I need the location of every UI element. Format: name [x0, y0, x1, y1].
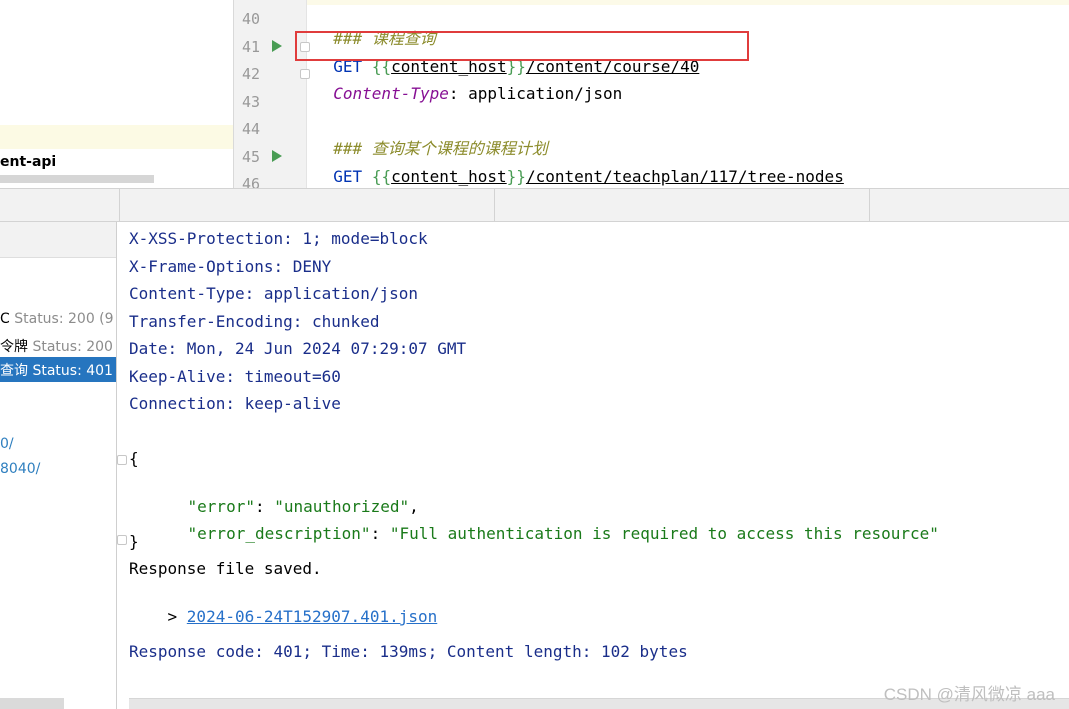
line-number: 40: [241, 10, 260, 28]
json-description-line: "error_description": "Full authenticatio…: [187, 524, 939, 543]
tree-module-label[interactable]: ent-api: [0, 154, 56, 170]
run-request-icon[interactable]: [272, 40, 282, 52]
response-summary: Response code: 401; Time: 139ms; Content…: [129, 642, 688, 661]
fold-marker-icon[interactable]: [300, 69, 310, 79]
header-separator: :: [448, 84, 469, 103]
highlight-annotation-box: [295, 31, 749, 61]
tree-horizontal-scrollbar[interactable]: [0, 175, 154, 183]
code-line-42: Content-Type: application/json: [314, 64, 622, 104]
history-request-item[interactable]: 令牌 Status: 200: [0, 333, 116, 358]
request-history-pane: C Status: 200 (9 r 令牌 Status: 200 查询 Sta…: [0, 222, 116, 709]
env-variable[interactable]: content_host: [391, 167, 507, 186]
services-toolbar: [0, 188, 1069, 222]
project-tree: ent-api: [0, 0, 233, 188]
response-header-line: X-Frame-Options: DENY: [129, 257, 332, 276]
response-file-line: > 2024-06-24T152907.401.json: [167, 607, 438, 626]
toolbar-divider: [869, 188, 870, 222]
toolbar-divider: [494, 188, 495, 222]
history-request-item[interactable]: C Status: 200 (9 r: [0, 308, 116, 333]
header-name: Content-Type: [333, 84, 449, 103]
json-fold-icon[interactable]: [117, 455, 127, 465]
history-pane-header: [0, 222, 116, 258]
tree-selected-row[interactable]: [0, 125, 233, 149]
response-header-line: X-XSS-Protection: 1; mode=block: [129, 229, 428, 248]
json-fold-icon[interactable]: [117, 535, 127, 545]
response-header-line: Connection: keep-alive: [129, 394, 341, 413]
response-header-line: Content-Type: application/json: [129, 284, 418, 303]
history-url-link[interactable]: 0/: [0, 436, 14, 452]
json-close-brace: }: [129, 532, 139, 551]
response-saved-text: Response file saved.: [129, 559, 322, 578]
http-method: GET: [333, 167, 363, 186]
json-open-brace: {: [129, 449, 139, 468]
line-number: 41: [241, 38, 260, 56]
json-key: "error_description": [187, 524, 371, 543]
history-url-link[interactable]: 8040/: [0, 461, 40, 477]
run-request-icon[interactable]: [272, 150, 282, 162]
response-console[interactable]: X-XSS-Protection: 1; mode=block X-Frame-…: [117, 222, 1069, 709]
line-number: 43: [241, 93, 260, 111]
response-header-line: Transfer-Encoding: chunked: [129, 312, 380, 331]
watermark: CSDN @清风微凉 aaa: [883, 685, 1055, 704]
line-number: 42: [241, 65, 260, 83]
line-number: 45: [241, 148, 260, 166]
response-header-line: Keep-Alive: timeout=60: [129, 367, 341, 386]
var-close: }}: [506, 167, 526, 186]
editor-current-line-strip: [307, 0, 1069, 5]
line-number: 44: [241, 120, 260, 138]
json-value: "Full authentication is required to acce…: [389, 524, 939, 543]
toolbar-divider: [119, 188, 120, 222]
history-request-item-selected[interactable]: 查询 Status: 401: [0, 357, 116, 382]
response-file-link[interactable]: 2024-06-24T152907.401.json: [187, 607, 437, 626]
response-header-line: Date: Mon, 24 Jun 2024 07:29:07 GMT: [129, 339, 467, 358]
history-horizontal-scrollbar[interactable]: [0, 698, 64, 709]
request-path[interactable]: /content/teachplan/117/tree-nodes: [526, 167, 844, 186]
code-line-45: GET {{content_host}}/content/teachplan/1…: [314, 147, 844, 187]
var-open: {{: [371, 167, 392, 186]
header-value: application/json: [468, 84, 623, 103]
